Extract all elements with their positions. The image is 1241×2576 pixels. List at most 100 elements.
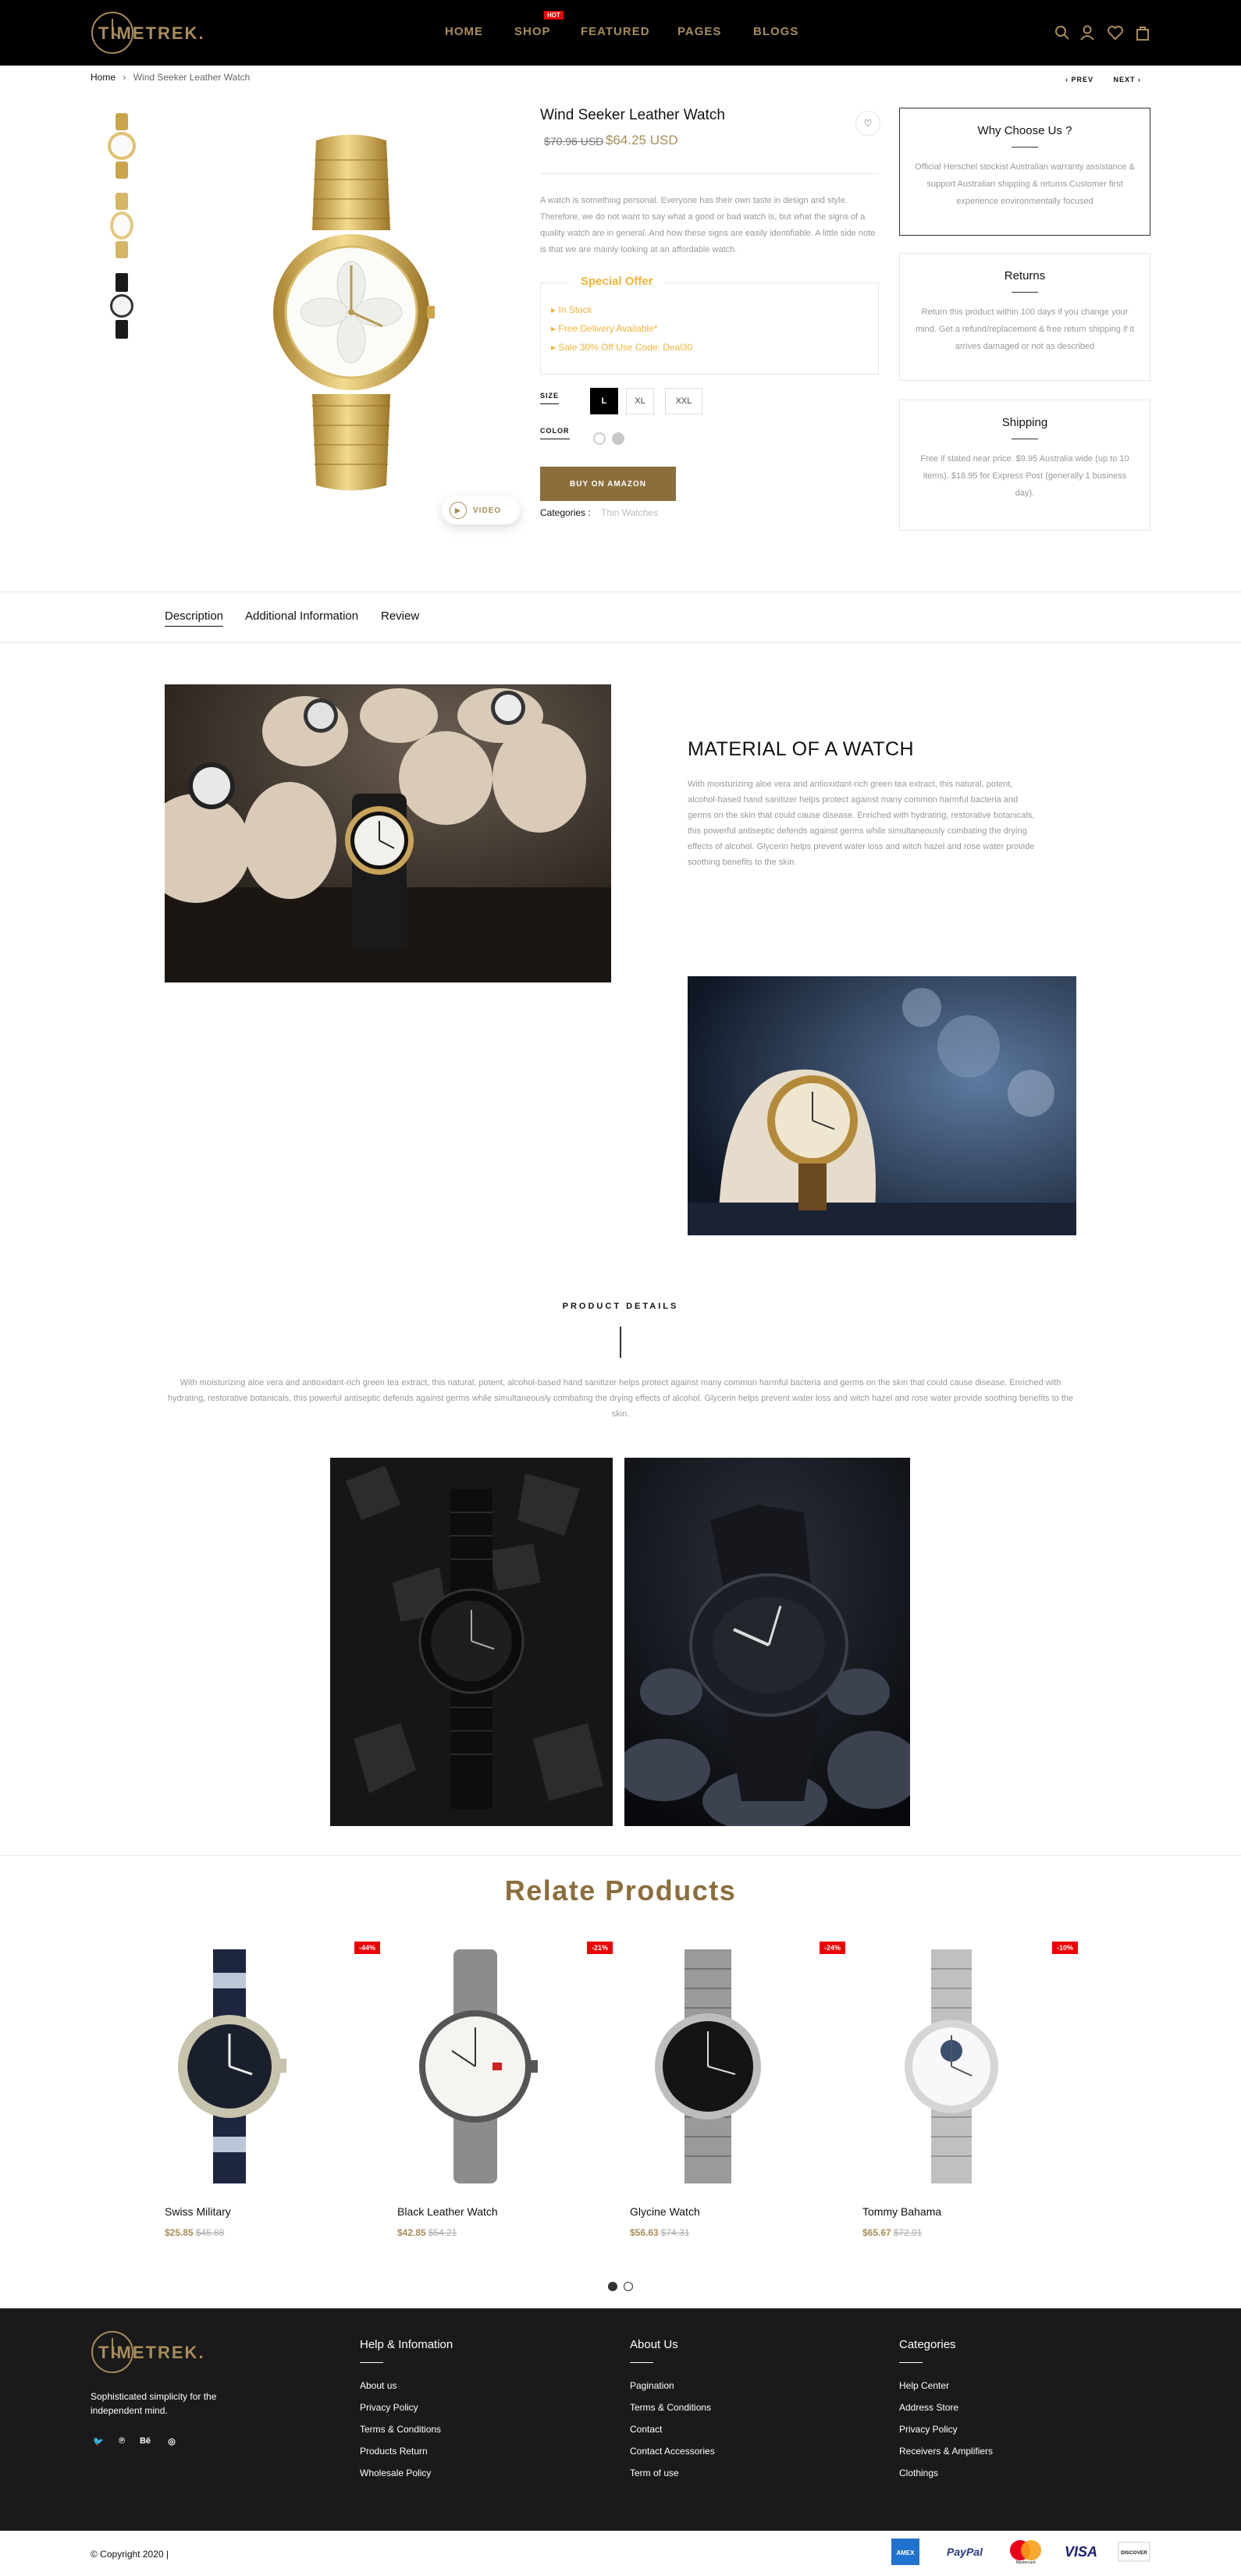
- nav-blogs[interactable]: BLOGS: [753, 25, 798, 38]
- heart-icon[interactable]: [1107, 24, 1124, 41]
- nav-pages[interactable]: PAGES: [677, 25, 721, 38]
- nav-shop[interactable]: SHOP: [514, 25, 551, 38]
- why-choose-us-title: Why Choose Us ?: [977, 124, 1072, 137]
- discount-badge: -44%: [354, 1942, 380, 1954]
- tab-review[interactable]: Review: [381, 609, 419, 623]
- footer-link[interactable]: Terms & Conditions: [360, 2424, 555, 2435]
- returns-title: Returns: [1004, 269, 1046, 282]
- tab-additional-information[interactable]: Additional Information: [245, 609, 358, 623]
- footer-column-title: Help & Infomation: [360, 2338, 453, 2351]
- returns-box: Returns Return this product within 100 d…: [899, 253, 1150, 381]
- svg-text:PayPal: PayPal: [947, 2546, 983, 2558]
- categories-label: Categories :: [540, 507, 591, 518]
- bag-icon[interactable]: [1134, 24, 1151, 41]
- product-price: $42.85 $54.21: [397, 2227, 457, 2238]
- product-card[interactable]: -24% Glycine Watch $56.63 $74.31: [630, 1942, 845, 2254]
- size-option-l[interactable]: L: [590, 388, 618, 414]
- special-offer-title: Special Offer: [570, 275, 664, 288]
- divider: [630, 2362, 653, 2363]
- pinterest-icon[interactable]: ℗: [114, 2433, 130, 2449]
- product-name[interactable]: Tommy Bahama: [862, 2205, 941, 2218]
- mastercard-icon: Mastercard: [1010, 2540, 1041, 2565]
- twitter-icon[interactable]: 🐦: [91, 2433, 106, 2449]
- video-label: VIDEO: [473, 506, 502, 515]
- user-icon[interactable]: [1079, 24, 1096, 41]
- wishlist-button[interactable]: ♡: [855, 111, 880, 136]
- why-choose-us-box: Why Choose Us ? Official Herschel stocki…: [899, 108, 1150, 236]
- category-link[interactable]: Thin Watches: [601, 507, 658, 518]
- tab-description[interactable]: Description: [165, 609, 224, 627]
- color-swatch-white[interactable]: [593, 432, 606, 445]
- footer-link[interactable]: Help Center: [899, 2380, 1094, 2391]
- instagram-icon[interactable]: ◎: [164, 2433, 180, 2449]
- footer-link[interactable]: Terms & Conditions: [630, 2402, 825, 2413]
- footer-column-help: Help & Infomation About us Privacy Polic…: [360, 2338, 555, 2489]
- footer-link[interactable]: Address Store: [899, 2402, 1094, 2413]
- divider: [0, 642, 1241, 643]
- behance-icon[interactable]: Bē: [137, 2433, 153, 2449]
- product-price: $25.85 $45.88: [165, 2227, 225, 2238]
- color-swatch-grey[interactable]: [612, 432, 624, 445]
- breadcrumb-home[interactable]: Home: [91, 72, 116, 83]
- logo-text: TIMETREK.: [98, 23, 205, 43]
- buy-on-amazon-button[interactable]: BUY ON AMAZON: [540, 467, 676, 501]
- bottom-bar: [0, 2531, 1241, 2576]
- heart-icon: ♡: [863, 118, 873, 129]
- carousel-dot[interactable]: [624, 2282, 633, 2291]
- site-logo[interactable]: TIMETREK.: [91, 9, 215, 56]
- product-price: $65.67 $72.91: [862, 2227, 923, 2238]
- size-option-xxl[interactable]: XXL: [665, 388, 702, 414]
- video-button[interactable]: ▶ VIDEO: [442, 496, 520, 524]
- product-name[interactable]: Swiss Military: [165, 2205, 231, 2218]
- nav-home[interactable]: HOME: [445, 25, 483, 38]
- size-option-xl[interactable]: XL: [626, 388, 654, 414]
- next-link[interactable]: NEXT ›: [1114, 76, 1142, 83]
- footer-link[interactable]: Receivers & Amplifiers: [899, 2446, 1094, 2457]
- footer-link[interactable]: Privacy Policy: [360, 2402, 555, 2413]
- product-name[interactable]: Black Leather Watch: [397, 2205, 498, 2218]
- material-text: With moisturizing aloe vera and antioxid…: [688, 780, 1035, 867]
- shipping-title: Shipping: [1001, 416, 1048, 429]
- footer-logo[interactable]: TIMETREK.: [91, 2329, 215, 2375]
- svg-text:DISCOVER: DISCOVER: [1121, 2550, 1147, 2556]
- categories: Categories : Thin Watches: [540, 507, 658, 518]
- offer-item: ▸ In Stock: [551, 304, 592, 315]
- footer-link[interactable]: Privacy Policy: [899, 2424, 1094, 2435]
- product-card[interactable]: -21% Black Leather Watch $42.85 $54.21: [397, 1942, 613, 2254]
- divider: [0, 1855, 1241, 1856]
- product-image-black-leather-watch[interactable]: [397, 1942, 613, 2191]
- divider: [360, 2362, 383, 2363]
- play-icon: ▶: [450, 502, 467, 519]
- thumbnail-black-watch[interactable]: [100, 272, 144, 340]
- product-card[interactable]: -44% Swiss Military $25.85 $45.88: [165, 1942, 380, 2254]
- product-image-swiss-military[interactable]: [165, 1942, 380, 2191]
- footer-tagline: Sophisticated simplicity for the indepen…: [91, 2391, 217, 2416]
- footer-link[interactable]: Contact: [630, 2424, 825, 2435]
- svg-text:VISA: VISA: [1065, 2544, 1097, 2560]
- footer-column-title: Categories: [899, 2338, 956, 2351]
- footer-link[interactable]: Products Return: [360, 2446, 555, 2457]
- footer-link[interactable]: Contact Accessories: [630, 2446, 825, 2457]
- thumbnail-gold-watch-2[interactable]: [100, 191, 144, 260]
- size-label: SIZE: [540, 392, 560, 404]
- product-image-glycine-watch[interactable]: [630, 1942, 845, 2191]
- prev-link[interactable]: ‹ PREV: [1065, 76, 1093, 83]
- offer-item: ▸ Sale 30% Off Use Code: Deal30: [551, 342, 693, 353]
- product-name[interactable]: Glycine Watch: [630, 2205, 700, 2218]
- search-icon[interactable]: [1054, 24, 1071, 41]
- footer-link[interactable]: Term of use: [630, 2468, 825, 2478]
- footer-link[interactable]: Clothings: [899, 2468, 1094, 2478]
- footer-link[interactable]: Pagination: [630, 2380, 825, 2391]
- why-choose-us-text: Official Herschel stockist Australian wa…: [915, 162, 1135, 206]
- footer-link[interactable]: Wholesale Policy: [360, 2468, 555, 2478]
- carousel-dot-active[interactable]: [608, 2282, 617, 2291]
- thumbnail-gold-watch-1[interactable]: [100, 112, 144, 180]
- footer-link[interactable]: About us: [360, 2380, 555, 2391]
- product-image-tommy-bahama[interactable]: [862, 1942, 1078, 2191]
- product-main-image[interactable]: [234, 125, 468, 499]
- discount-badge: -24%: [819, 1942, 845, 1954]
- nav-featured[interactable]: FEATURED: [581, 25, 650, 38]
- svg-text:AMEX: AMEX: [896, 2549, 915, 2556]
- product-card[interactable]: -10% Tommy Bahama $65.67 $72.91: [862, 1942, 1078, 2254]
- product-pager: ‹ PREV NEXT ›: [1065, 76, 1141, 83]
